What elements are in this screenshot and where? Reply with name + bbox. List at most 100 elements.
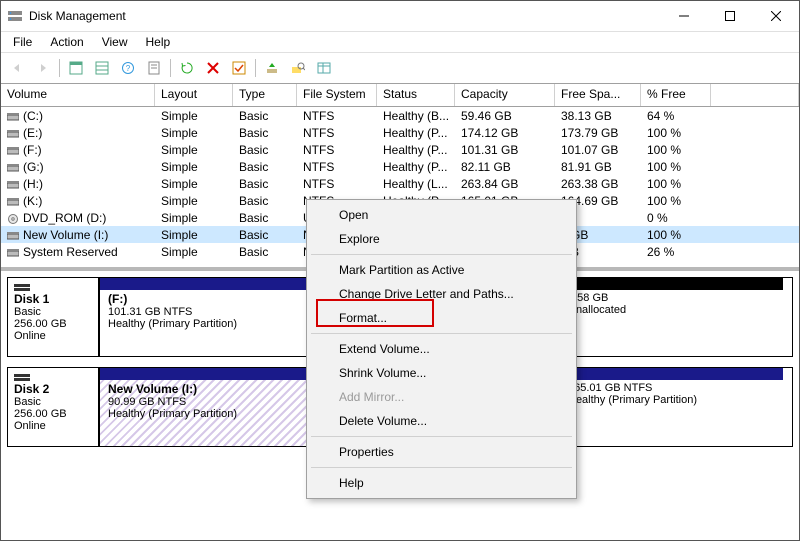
partition-status: Healthy (Primary Partition) [568, 394, 697, 406]
disk-management-window: Disk Management File Action View Help ? … [0, 0, 800, 541]
cell-fs: NTFS [297, 143, 377, 157]
cell-layout: Simple [155, 143, 233, 157]
ctx-properties[interactable]: Properties [309, 440, 574, 464]
ctx-explore[interactable]: Explore [309, 227, 574, 251]
toolbar-search-icon[interactable] [286, 56, 310, 80]
partition-label: New Volume (I:) [108, 382, 197, 396]
cell-pfree: 100 % [641, 177, 711, 191]
ctx-extend[interactable]: Extend Volume... [309, 337, 574, 361]
toolbar-list-icon[interactable] [312, 56, 336, 80]
cell-type: Basic [233, 126, 297, 140]
close-button[interactable] [753, 1, 799, 31]
cell-layout: Simple [155, 194, 233, 208]
partition-stripe-icon [100, 278, 309, 290]
table-row[interactable]: (H:)SimpleBasicNTFSHealthy (L...263.84 G… [1, 175, 799, 192]
drive-icon [7, 128, 19, 138]
cell-layout: Simple [155, 228, 233, 242]
toolbar-up-icon[interactable] [260, 56, 284, 80]
partition-size: 165.01 GB NTFS [568, 382, 652, 394]
disk-icon [14, 378, 30, 381]
maximize-button[interactable] [707, 1, 753, 31]
cell-fs: NTFS [297, 126, 377, 140]
separator-icon [170, 59, 171, 77]
menu-file[interactable]: File [5, 33, 40, 51]
toolbar-help-icon[interactable]: ? [116, 56, 140, 80]
col-volume[interactable]: Volume [1, 84, 155, 106]
cell-type: Basic [233, 160, 297, 174]
partition[interactable]: 165.01 GB NTFSHealthy (Primary Partition… [559, 368, 783, 446]
back-button[interactable] [5, 56, 29, 80]
cell-capacity: 174.12 GB [455, 126, 555, 140]
cell-pfree: 100 % [641, 126, 711, 140]
separator-icon [311, 333, 572, 334]
col-filesystem[interactable]: File System [297, 84, 377, 106]
cell-free: 101.07 GB [555, 143, 641, 157]
disk-state: Online [14, 330, 46, 342]
forward-button[interactable] [31, 56, 55, 80]
window-title: Disk Management [29, 9, 126, 23]
disk-icon [14, 288, 30, 291]
toolbar-delete-icon[interactable] [201, 56, 225, 80]
ctx-mark-active[interactable]: Mark Partition as Active [309, 258, 574, 282]
cell-layout: Simple [155, 126, 233, 140]
drive-icon [7, 230, 19, 240]
partition[interactable]: New Volume (I:)90.99 GB NTFSHealthy (Pri… [99, 368, 309, 446]
partition[interactable]: (F:)101.31 GB NTFSHealthy (Primary Parti… [99, 278, 309, 356]
table-row[interactable]: (C:)SimpleBasicNTFSHealthy (B...59.46 GB… [1, 107, 799, 124]
toolbar: ? [1, 52, 799, 84]
menu-help[interactable]: Help [138, 33, 179, 51]
toolbar-view1-icon[interactable] [64, 56, 88, 80]
menu-action[interactable]: Action [42, 33, 91, 51]
ctx-format[interactable]: Format... [309, 306, 574, 330]
cell-capacity: 82.11 GB [455, 160, 555, 174]
cell-pfree: 26 % [641, 245, 711, 259]
ctx-shrink[interactable]: Shrink Volume... [309, 361, 574, 385]
menu-view[interactable]: View [94, 33, 136, 51]
ctx-change-letter[interactable]: Change Drive Letter and Paths... [309, 282, 574, 306]
col-status[interactable]: Status [377, 84, 455, 106]
cell-pfree: 100 % [641, 194, 711, 208]
cell-capacity: 263.84 GB [455, 177, 555, 191]
cell-type: Basic [233, 177, 297, 191]
cell-capacity: 101.31 GB [455, 143, 555, 157]
ctx-delete[interactable]: Delete Volume... [309, 409, 574, 433]
disk-label[interactable]: Disk 1Basic256.00 GBOnline [7, 277, 99, 357]
toolbar-view2-icon[interactable] [90, 56, 114, 80]
partition-label: (F:) [108, 292, 127, 306]
ctx-help[interactable]: Help [309, 471, 574, 495]
cell-free: 38.13 GB [555, 109, 641, 123]
table-row[interactable]: (G:)SimpleBasicNTFSHealthy (P...82.11 GB… [1, 158, 799, 175]
col-capacity[interactable]: Capacity [455, 84, 555, 106]
table-row[interactable]: (F:)SimpleBasicNTFSHealthy (P...101.31 G… [1, 141, 799, 158]
drive-icon [7, 145, 19, 155]
cell-pfree: 100 % [641, 160, 711, 174]
separator-icon [311, 254, 572, 255]
toolbar-refresh-icon[interactable] [175, 56, 199, 80]
ctx-open[interactable]: Open [309, 203, 574, 227]
table-row[interactable]: (E:)SimpleBasicNTFSHealthy (P...174.12 G… [1, 124, 799, 141]
cell-fs: NTFS [297, 109, 377, 123]
col-type[interactable]: Type [233, 84, 297, 106]
col-spacer [711, 84, 799, 106]
toolbar-check-icon[interactable] [227, 56, 251, 80]
cell-pfree: 64 % [641, 109, 711, 123]
cell-layout: Simple [155, 211, 233, 225]
partition-unallocated[interactable]: 2.58 GBUnallocated [559, 278, 783, 356]
cell-type: Basic [233, 109, 297, 123]
drive-icon [7, 179, 19, 189]
cell-type: Basic [233, 228, 297, 242]
col-pfree[interactable]: % Free [641, 84, 711, 106]
separator-icon [311, 467, 572, 468]
cell-type: Basic [233, 143, 297, 157]
volume-name: System Reserved [23, 245, 118, 259]
cell-type: Basic [233, 194, 297, 208]
window-controls [661, 1, 799, 31]
disk-label[interactable]: Disk 2Basic256.00 GBOnline [7, 367, 99, 447]
minimize-button[interactable] [661, 1, 707, 31]
col-free[interactable]: Free Spa... [555, 84, 641, 106]
context-menu: Open Explore Mark Partition as Active Ch… [306, 199, 577, 499]
toolbar-properties-icon[interactable] [142, 56, 166, 80]
col-layout[interactable]: Layout [155, 84, 233, 106]
partition-size: 90.99 GB NTFS [108, 396, 186, 408]
volume-name: New Volume (I:) [23, 228, 108, 242]
